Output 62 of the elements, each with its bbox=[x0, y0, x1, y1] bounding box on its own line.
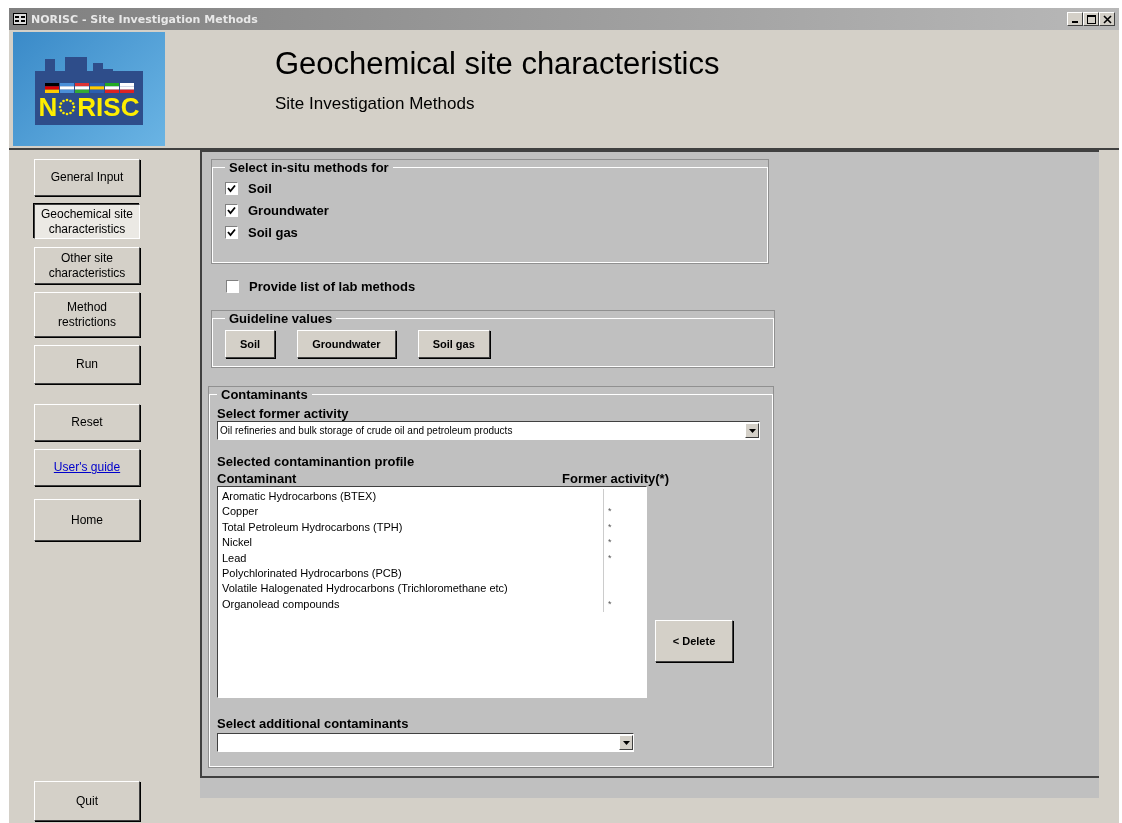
nav-button[interactable]: Run bbox=[34, 345, 140, 384]
list-item[interactable]: Lead bbox=[218, 550, 603, 566]
nav-button[interactable]: Home bbox=[34, 499, 140, 541]
list-item[interactable]: Total Petroleum Hydrocarbons (TPH) bbox=[218, 519, 603, 536]
section-label: Selected contaminantion profile bbox=[217, 454, 416, 469]
delete-button[interactable]: < Delete bbox=[655, 620, 733, 662]
maximize-icon bbox=[1086, 14, 1096, 24]
checkbox-label: Soil gas bbox=[248, 224, 298, 240]
checkbox[interactable] bbox=[225, 225, 238, 239]
list-item[interactable]: Organolead compounds bbox=[218, 596, 603, 613]
guideline-button[interactable]: Soil bbox=[225, 330, 276, 358]
activity-mark: * bbox=[608, 537, 612, 548]
nav-button[interactable]: Method restrictions bbox=[34, 292, 140, 337]
star-ring-icon bbox=[57, 97, 78, 117]
checkbox-label: Groundwater bbox=[248, 202, 329, 218]
checkbox-label: Provide list of lab methods bbox=[249, 278, 416, 294]
activity-mark: * bbox=[608, 598, 612, 609]
close-icon bbox=[1102, 14, 1112, 24]
list-item[interactable]: Polychlorinated Hydrocarbons (PCB) bbox=[218, 565, 603, 582]
minimize-button[interactable] bbox=[1067, 12, 1083, 26]
nav-button[interactable]: Other site characteristics bbox=[34, 247, 140, 284]
list-item[interactable]: Aromatic Hydrocarbons (BTEX) bbox=[218, 489, 603, 505]
nav-button[interactable]: Geochemical site characteristics bbox=[34, 204, 140, 239]
flag-icon bbox=[89, 83, 104, 93]
guideline-button[interactable]: Soil gas bbox=[417, 330, 490, 358]
logo-text: RISC bbox=[77, 93, 140, 121]
close-button[interactable] bbox=[1099, 12, 1115, 26]
activity-mark: * bbox=[608, 506, 612, 517]
group-title: Guideline values bbox=[228, 311, 334, 326]
activity-mark: * bbox=[608, 552, 612, 563]
app-icon bbox=[13, 13, 27, 25]
logo-text: N bbox=[38, 93, 58, 121]
field-label: Select additional contaminants bbox=[217, 716, 410, 731]
nav-button[interactable]: User's guide bbox=[34, 449, 140, 486]
field-label: Select former activity bbox=[217, 406, 350, 421]
page-subtitle: Site Investigation Methods bbox=[275, 94, 476, 114]
list-item[interactable]: Volatile Halogenated Hydrocarbons (Trichloromethane etc) bbox=[218, 581, 603, 597]
list-item[interactable]: Copper bbox=[218, 504, 603, 520]
page-title: Geochemical site characteristics bbox=[275, 46, 720, 82]
flag-icon bbox=[59, 83, 74, 93]
maximize-button[interactable] bbox=[1083, 12, 1099, 26]
checkbox[interactable] bbox=[225, 203, 238, 217]
checkbox[interactable] bbox=[225, 181, 238, 195]
guideline-button[interactable]: Groundwater bbox=[297, 330, 396, 358]
nav-button[interactable]: General Input bbox=[34, 159, 140, 196]
quit-button[interactable]: Quit bbox=[34, 781, 140, 821]
activity-dropdown[interactable]: Oil refineries and bulk storage of crude oil and petroleum products bbox=[217, 421, 760, 440]
additional-dropdown[interactable] bbox=[217, 733, 634, 752]
activity-mark: * bbox=[608, 521, 612, 532]
checkbox-label: Soil bbox=[248, 180, 272, 196]
flag-icon bbox=[119, 83, 134, 93]
window-title: NORISC - Site Investigation Methods bbox=[31, 12, 258, 26]
column-header: Former activity(*) bbox=[562, 471, 669, 486]
list-item[interactable]: Nickel bbox=[218, 535, 603, 551]
group-title: Contaminants bbox=[220, 387, 309, 402]
checkbox[interactable] bbox=[226, 279, 239, 293]
group-title: Select in-situ methods for bbox=[228, 160, 390, 175]
flag-icon bbox=[44, 83, 59, 93]
nav-button[interactable]: Reset bbox=[34, 404, 140, 441]
flag-icon bbox=[104, 83, 119, 93]
flag-icon bbox=[74, 83, 89, 93]
column-header: Contaminant bbox=[217, 471, 298, 486]
